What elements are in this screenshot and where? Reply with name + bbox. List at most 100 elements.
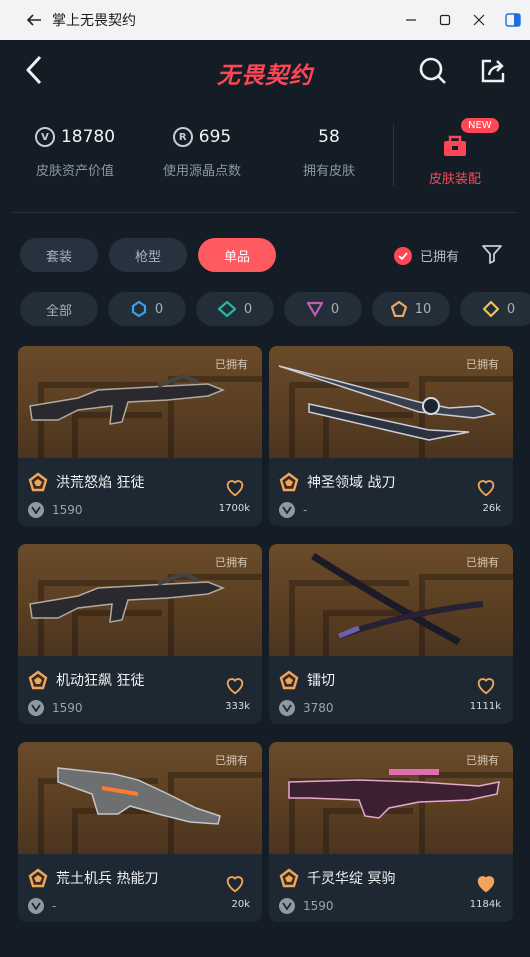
window-back-button[interactable] [14, 0, 54, 40]
owned-filter-toggle[interactable]: 已拥有 [394, 246, 459, 265]
search-button[interactable] [414, 52, 452, 90]
stat-asset-value: V 18780 皮肤资产价值 [20, 122, 130, 179]
sidebar-toggle-button[interactable] [496, 0, 530, 40]
exclusive-tier-icon [279, 670, 299, 690]
skin-image: 已拥有 [18, 346, 262, 458]
close-button[interactable] [462, 0, 496, 40]
close-icon [473, 14, 485, 26]
owned-tag: 已拥有 [466, 754, 499, 767]
radianite-icon: R [172, 127, 193, 147]
tier-chip-ultra[interactable]: 0 [460, 292, 530, 326]
owned-tag: 已拥有 [466, 358, 499, 371]
asset-value: 18780 [60, 127, 116, 147]
exclusive-tier-icon [28, 472, 48, 492]
premium-tier-icon [306, 301, 323, 317]
owned-tag: 已拥有 [215, 754, 248, 767]
tab-set[interactable]: 套装 [20, 238, 98, 272]
tab-weapon-type[interactable]: 枪型 [109, 238, 187, 272]
skin-assemble-label: 皮肤装配 [428, 172, 481, 187]
heart-icon[interactable] [224, 674, 246, 696]
stats-panel: V 18780 皮肤资产价值 R 695 使用源晶点数 58 拥有皮肤 NEW … [0, 112, 530, 202]
skin-assemble-button[interactable]: NEW 皮肤装配 [405, 116, 505, 187]
minimize-button[interactable] [394, 0, 428, 40]
like-count: 333k [225, 701, 250, 712]
sidebar-icon [505, 13, 521, 27]
skin-name: 神圣领域 战刀 [307, 475, 396, 491]
owned-tag: 已拥有 [466, 556, 499, 569]
skin-image: 已拥有 [18, 544, 262, 656]
tier-chip-deluxe[interactable]: 0 [196, 292, 274, 326]
heart-icon[interactable] [475, 674, 497, 696]
share-icon [481, 59, 505, 83]
tier-chip-select[interactable]: 0 [108, 292, 186, 326]
skin-card[interactable]: 已拥有 神圣领域 战刀 - 26k [269, 346, 513, 526]
valorant-points-icon [279, 898, 295, 914]
valorant-points-icon: V [34, 127, 55, 147]
window-title: 掌上无畏契约 [52, 13, 136, 29]
tier-chip-all-label: 全部 [45, 303, 72, 319]
valorant-points-icon [28, 700, 44, 716]
arrow-left-icon [26, 14, 41, 26]
minimize-icon [406, 19, 416, 21]
heart-icon[interactable] [224, 872, 246, 894]
owned-filter-label: 已拥有 [420, 250, 460, 265]
tier-chip-all[interactable]: 全部 [20, 292, 98, 326]
skin-card[interactable]: 已拥有 千灵华绽 冥驹 1590 1184k [269, 742, 513, 922]
exclusive-tier-icon [28, 868, 48, 888]
tier-chip-ultra-count: 0 [506, 301, 516, 317]
maximize-button[interactable] [428, 0, 462, 40]
skin-price: 1590 [52, 503, 83, 517]
toolbox-icon [444, 135, 466, 156]
category-tabs: 套装 枪型 单品 已拥有 [0, 238, 530, 272]
skin-image: 已拥有 [269, 544, 513, 656]
new-badge: NEW [461, 118, 499, 133]
asset-value-label: 皮肤资产价值 [35, 164, 114, 179]
skin-image: 已拥有 [18, 742, 262, 854]
valorant-points-icon [279, 502, 295, 518]
skin-price: 1590 [52, 701, 83, 715]
tab-single-item[interactable]: 单品 [198, 238, 276, 272]
tier-filter-row: 全部 0 0 0 10 0 [0, 292, 530, 326]
heart-icon[interactable] [475, 476, 497, 498]
exclusive-tier-icon [279, 868, 299, 888]
points-used-value: 695 [198, 127, 232, 147]
deluxe-tier-icon [217, 301, 236, 317]
window-title-bar: 掌上无畏契约 [0, 0, 530, 40]
valorant-points-icon [279, 700, 295, 716]
owned-tag: 已拥有 [215, 358, 248, 371]
skin-image: 已拥有 [269, 346, 513, 458]
valorant-points-icon [28, 502, 44, 518]
tier-chip-exclusive-count: 10 [414, 301, 432, 317]
skin-card[interactable]: 已拥有 机动狂飙 狂徒 1590 333k [18, 544, 262, 724]
skin-price: - [303, 503, 308, 517]
exclusive-tier-icon [28, 670, 48, 690]
skin-name: 洪荒怒焰 狂徒 [56, 475, 145, 491]
funnel-icon [482, 245, 502, 264]
ultra-tier-icon [482, 301, 499, 317]
heart-icon[interactable] [224, 476, 246, 498]
tier-chip-exclusive[interactable]: 10 [372, 292, 450, 326]
search-icon [419, 57, 446, 84]
tier-chip-premium[interactable]: 0 [284, 292, 362, 326]
like-count: 20k [231, 899, 250, 910]
heart-icon[interactable] [475, 872, 497, 894]
skin-name: 千灵华绽 冥驹 [307, 871, 396, 887]
stat-owned-count: 58 拥有皮肤 [274, 122, 384, 179]
stat-points-used: R 695 使用源晶点数 [147, 122, 257, 179]
tier-chip-select-count: 0 [154, 301, 164, 317]
skin-card[interactable]: 已拥有 洪荒怒焰 狂徒 1590 1700k [18, 346, 262, 526]
like-count: 1700k [218, 503, 250, 514]
divider [393, 124, 394, 186]
skin-image: 已拥有 [269, 742, 513, 854]
section-divider [12, 212, 518, 213]
filter-button[interactable] [480, 242, 504, 266]
skin-card[interactable]: 已拥有 镭切 3780 1111k [269, 544, 513, 724]
tier-chip-premium-count: 0 [330, 301, 340, 317]
skin-card[interactable]: 已拥有 荒土机兵 热能刀 - 20k [18, 742, 262, 922]
skin-name: 镭切 [307, 673, 335, 689]
share-button[interactable] [474, 52, 512, 90]
owned-count-value: 58 [318, 127, 340, 147]
exclusive-tier-icon [390, 301, 407, 317]
skin-name: 荒土机兵 热能刀 [56, 871, 159, 887]
like-count: 1184k [469, 899, 501, 910]
